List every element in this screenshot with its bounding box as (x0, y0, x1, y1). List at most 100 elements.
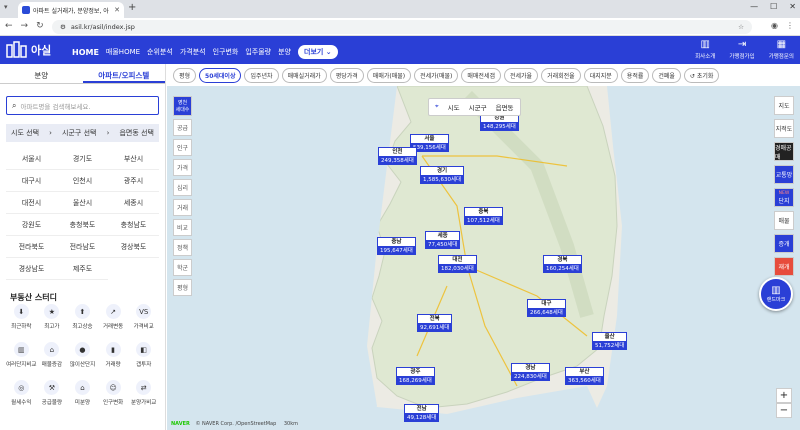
region-marker[interactable]: 전북 92,691세대 (417, 314, 453, 332)
region-marker[interactable]: 세종 77,450세대 (425, 231, 461, 249)
region-marker[interactable]: 광주 168,269세대 (396, 367, 435, 385)
city-item[interactable]: 서울시 (6, 148, 57, 170)
study-item[interactable]: VS 가격비교 (128, 304, 159, 338)
city-item[interactable]: 대전시 (6, 192, 57, 214)
tab-presale[interactable]: 분양 (0, 64, 83, 83)
city-item[interactable]: 경기도 (57, 148, 108, 170)
site-info-icon[interactable]: ⚙ (60, 23, 66, 31)
city-item[interactable]: 강원도 (6, 214, 57, 236)
new-tab-icon[interactable]: + (128, 2, 136, 13)
sido-select[interactable]: 시도 선택 (11, 128, 39, 138)
region-marker[interactable]: 경기 1,585,630세대 (420, 166, 465, 184)
city-item[interactable]: 대구시 (6, 170, 57, 192)
region-marker[interactable]: 인천 249,358세대 (378, 147, 417, 165)
site-logo[interactable]: 아실 (6, 41, 51, 58)
filter-chip[interactable]: 매매가(매물) (366, 67, 412, 83)
company-intro-button[interactable]: ▥ 회사소개 (695, 39, 715, 60)
region-marker[interactable]: 충북 107,512세대 (464, 207, 503, 225)
city-item[interactable]: 제주도 (57, 258, 108, 280)
partner-inquiry-button[interactable]: ▦ 가맹점문의 (769, 39, 794, 60)
study-item[interactable]: ▮ 거래량 (98, 342, 129, 376)
url-field[interactable]: ⚙ asil.kr/asil/index.jsp ☆ (52, 20, 752, 34)
city-item[interactable]: 충청북도 (57, 214, 108, 236)
tab-search-icon[interactable]: ▾ (4, 3, 8, 11)
region-marker[interactable]: 대전 182,030세대 (438, 255, 477, 273)
filter-chip[interactable]: 대지지분 (583, 67, 618, 83)
complex-button[interactable]: NEW 단지 (774, 188, 794, 207)
map-canvas[interactable]: 서울 539,156세대 인천 249,358세대 경기 1,585,630세대 강원… (167, 86, 800, 430)
layer-price-button[interactable]: 가격 (173, 159, 192, 176)
tab-close-icon[interactable]: ✕ (114, 6, 120, 14)
city-item[interactable]: 전라북도 (6, 236, 57, 258)
city-item[interactable]: 인천시 (57, 170, 108, 192)
maximize-icon[interactable]: ☐ (770, 2, 777, 11)
menu-home[interactable]: HOME (72, 48, 99, 57)
city-item[interactable]: 경상남도 (6, 258, 57, 280)
crosshair-icon[interactable]: ⌖ (435, 102, 439, 112)
study-item[interactable]: ↗ 거래변동 (98, 304, 129, 338)
city-item[interactable]: 전라남도 (57, 236, 108, 258)
layer-sentiment-button[interactable]: 심리 (173, 179, 192, 196)
back-icon[interactable]: ← (5, 21, 13, 31)
landmark-button[interactable]: ▥ 랜드마크 (759, 277, 793, 311)
bookmark-star-icon[interactable]: ☆ (738, 23, 744, 31)
study-item[interactable]: ⬆ 최고상승 (67, 304, 98, 338)
layer-supply-button[interactable]: 공급 (173, 119, 192, 136)
city-item[interactable]: 세종시 (108, 192, 159, 214)
filter-chip[interactable]: 평형 (173, 67, 197, 83)
menu-supply[interactable]: 입주물량 (245, 47, 271, 57)
filter-chip[interactable]: 매매전세갭 (461, 67, 501, 83)
study-item[interactable]: ◎ 월세수익 (6, 380, 37, 414)
listing-button[interactable]: 매물 (774, 211, 794, 230)
study-item[interactable]: ⌂ 미분양 (67, 380, 98, 414)
city-item[interactable]: 광주시 (108, 170, 159, 192)
city-item[interactable]: 울산시 (57, 192, 108, 214)
study-item[interactable]: ⌂ 매물증감 (37, 342, 68, 376)
study-item[interactable]: ● 많이산단지 (67, 342, 98, 376)
more-menu-button[interactable]: 더보기 ⌄ (298, 45, 338, 59)
study-item[interactable]: ⚒ 공급물량 (37, 380, 68, 414)
partner-join-button[interactable]: ⇥ 가맹점가입 (729, 39, 754, 60)
study-item[interactable]: ⬇ 최근하락 (6, 304, 37, 338)
study-item[interactable]: ★ 최고가 (37, 304, 68, 338)
region-marker[interactable]: 울산 51,752세대 (592, 332, 628, 350)
region-marker[interactable]: 대구 266,648세대 (527, 299, 566, 317)
transit-button[interactable]: 교통망 (774, 165, 794, 184)
layer-population-button[interactable]: 인구 (173, 139, 192, 156)
browser-tab[interactable]: 아파트 실거래가, 분양정보, 아 ✕ (18, 2, 124, 18)
filter-chip[interactable]: 50세대이상 (199, 67, 242, 83)
city-item[interactable]: 경상북도 (108, 236, 159, 258)
redevelop-button[interactable]: 재개 (774, 257, 794, 276)
broker-button[interactable]: 증개 (774, 234, 794, 253)
reload-icon[interactable]: ↻ (36, 21, 44, 31)
zoom-in-icon[interactable]: + (776, 388, 792, 403)
study-item[interactable]: ☺ 인구변화 (98, 380, 129, 414)
filter-chip[interactable]: 전세가(매물) (414, 67, 459, 83)
region-marker[interactable]: 부산 363,560세대 (565, 367, 604, 385)
filter-chip[interactable]: 거래회전율 (541, 67, 581, 83)
layer-trade-button[interactable]: 거래 (173, 199, 192, 216)
region-marker[interactable]: 경북 160,254세대 (543, 255, 582, 273)
filter-chip[interactable]: 입주년차 (244, 67, 279, 83)
level-sigungu[interactable]: 시군구 (469, 102, 487, 112)
menu-population[interactable]: 인구변화 (213, 47, 239, 57)
level-eupmyeondong[interactable]: 읍면동 (496, 102, 514, 112)
filter-chip[interactable]: 매매실거래가 (281, 67, 327, 83)
city-item[interactable]: 부산시 (108, 148, 159, 170)
map-view-button[interactable]: 지도 (774, 96, 794, 115)
tab-apartment[interactable]: 아파트/오피스텔 (82, 64, 165, 83)
minimize-icon[interactable]: — (750, 2, 758, 11)
layer-school-button[interactable]: 학군 (173, 259, 192, 276)
eupmyeondong-select[interactable]: 읍면동 선택 (119, 128, 153, 138)
filter-chip[interactable]: 전세가율 (504, 67, 539, 83)
forward-icon[interactable]: → (21, 21, 29, 31)
cadastral-button[interactable]: 지적도 (774, 119, 794, 138)
level-sido[interactable]: 시도 (448, 102, 460, 112)
menu-price[interactable]: 가격분석 (180, 47, 206, 57)
sigungu-select[interactable]: 시군구 선택 (62, 128, 96, 138)
region-marker[interactable]: 경남 224,830세대 (511, 363, 550, 381)
layer-compare-button[interactable]: 비교 (173, 219, 192, 236)
current-location-button[interactable]: 영천 세대수 (173, 96, 192, 116)
filter-chip[interactable]: 건폐율 (652, 67, 681, 83)
menu-presale[interactable]: 분양 (278, 47, 291, 57)
